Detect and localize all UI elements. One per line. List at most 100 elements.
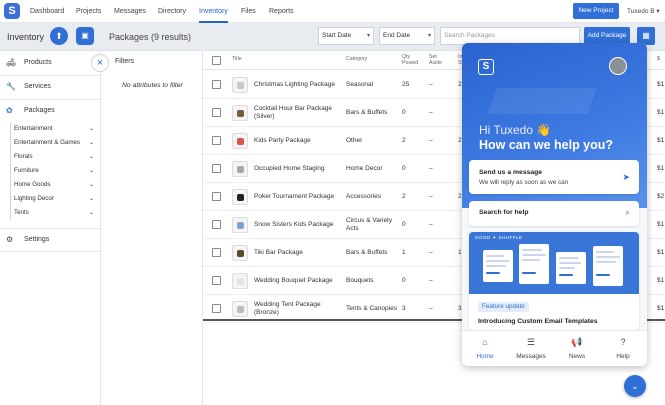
subitem-label: Entertainment & Games — [14, 139, 81, 146]
package-title[interactable]: Tiki Bar Package — [254, 239, 342, 267]
nav-projects[interactable]: Projects — [76, 0, 101, 23]
set-aside: – — [429, 109, 433, 116]
sidebar-subitem-tents[interactable]: Tents ⌄ — [14, 206, 98, 220]
news-card[interactable]: GOOD ✦ SHUFFLE Feature update Introducin… — [469, 232, 639, 330]
price: $1 — [657, 165, 665, 172]
row-checkbox[interactable] — [212, 276, 221, 285]
subitem-label: Tents — [14, 209, 29, 216]
price: $1 — [657, 137, 665, 144]
new-project-button[interactable]: New Project — [573, 3, 619, 19]
package-title[interactable]: Christmas Lighting Package — [254, 71, 342, 99]
package-title[interactable]: Kids Party Package — [254, 127, 342, 155]
package-title[interactable]: Wedding Bouquet Package — [254, 267, 342, 295]
search-help-title: Search for help — [479, 209, 529, 216]
gear-icon: ⚙ — [6, 235, 14, 244]
nav-inventory[interactable]: Inventory — [199, 0, 228, 23]
widget-help-heading: How can we help you? — [479, 138, 614, 152]
column-price[interactable]: $ — [657, 56, 660, 62]
subitem-label: Lighting Decor — [14, 195, 54, 202]
package-category: Other — [346, 137, 363, 144]
send-message-card[interactable]: Send us a message We will reply as soon … — [469, 160, 639, 194]
row-checkbox[interactable] — [212, 304, 221, 313]
package-thumbnail — [232, 245, 248, 261]
search-icon: ⌕ — [625, 208, 630, 217]
sidebar-item-label: Services — [24, 83, 51, 90]
row-checkbox[interactable] — [212, 248, 221, 257]
column-set-aside[interactable]: Set Aside — [429, 54, 442, 66]
nav-files[interactable]: Files — [241, 0, 256, 23]
package-category: Accessories — [346, 193, 382, 200]
select-all-checkbox[interactable] — [212, 56, 221, 65]
column-qty-posted[interactable]: Qty Posted — [402, 54, 418, 66]
subitem-label: Home Goods — [14, 181, 51, 188]
sidebar-subitem-home-goods[interactable]: Home Goods ⌄ — [14, 178, 98, 192]
tab-help[interactable]: ? Help — [600, 331, 646, 366]
close-filters-button[interactable]: × — [91, 54, 109, 72]
arrow-up-icon: ⬆ — [55, 31, 63, 41]
sidebar-item-settings[interactable]: ⚙ Settings — [0, 229, 101, 251]
tab-news[interactable]: 📢 News — [554, 331, 600, 366]
sidebar-item-packages[interactable]: ✿ Packages — [0, 100, 101, 122]
row-checkbox[interactable] — [212, 192, 221, 201]
sidebar-item-services[interactable]: 🔧 Services — [0, 76, 101, 98]
news-brand-logo: GOOD ✦ SHUFFLE — [475, 235, 523, 240]
tab-home[interactable]: ⌂ Home — [462, 331, 508, 366]
end-date-select[interactable]: End Date ▾ — [379, 27, 435, 45]
column-category[interactable]: Category — [346, 56, 367, 62]
package-thumbnail — [232, 189, 248, 205]
sidebar-subitem-furniture[interactable]: Furniture ⌄ — [14, 164, 98, 178]
filters-empty-message: No attributes to filter — [122, 82, 183, 89]
account-name: Tuxedo B — [627, 8, 655, 15]
tab-messages[interactable]: ☰ Messages — [508, 331, 554, 366]
caret-down-icon: ▾ — [366, 33, 370, 39]
row-checkbox[interactable] — [212, 80, 221, 89]
template-preview-image — [519, 244, 549, 284]
row-checkbox[interactable] — [212, 164, 221, 173]
sidebar-item-products[interactable]: 🛋 Products — [0, 52, 101, 74]
sidebar-subitem-lighting-decor[interactable]: Lighting Decor ⌄ — [14, 192, 98, 206]
id-card-button[interactable]: ▣ — [76, 27, 94, 45]
subitem-label: Florals — [14, 153, 33, 160]
megaphone-icon: 📢 — [571, 337, 583, 347]
tab-label: News — [568, 353, 586, 360]
set-aside: – — [429, 249, 433, 256]
column-title[interactable]: Title — [232, 56, 242, 62]
start-date-select[interactable]: Start Date ▾ — [318, 27, 374, 45]
set-aside: – — [429, 81, 433, 88]
set-aside: – — [429, 193, 433, 200]
thumbnail-swatch — [237, 222, 244, 229]
nav-reports[interactable]: Reports — [269, 0, 294, 23]
nav-dashboard[interactable]: Dashboard — [30, 0, 64, 23]
row-checkbox[interactable] — [212, 136, 221, 145]
tab-label: Messages — [516, 353, 546, 360]
price: $1 — [657, 277, 665, 284]
chat-toggle-button[interactable]: ⌄ — [624, 375, 646, 397]
package-title[interactable]: Snow Sisters Kids Package — [254, 211, 342, 239]
nav-directory[interactable]: Directory — [158, 0, 186, 23]
package-title[interactable]: Cocktail Hour Bar Package (Silver) — [254, 99, 342, 127]
sidebar-subitem-entertainment[interactable]: Entertainment ⌄ — [14, 122, 98, 136]
results-heading: Packages (9 results) — [109, 32, 192, 42]
qty-posted: 0 — [402, 221, 406, 228]
nav-messages[interactable]: Messages — [114, 0, 146, 23]
app-logo[interactable]: S — [4, 3, 20, 19]
upload-button[interactable]: ⬆ — [50, 27, 68, 45]
search-help-card[interactable]: Search for help ⌕ — [469, 201, 639, 226]
sidebar-subitem-florals[interactable]: Florals ⌄ — [14, 150, 98, 164]
filters-heading: Filters — [115, 58, 135, 65]
package-title[interactable]: Occupied Home Staging — [254, 155, 342, 183]
chevron-down-icon: ⌄ — [88, 154, 94, 160]
row-checkbox[interactable] — [212, 220, 221, 229]
package-title[interactable]: Poker Tournament Package — [254, 183, 342, 211]
package-category: Bars & Buffets — [346, 249, 388, 256]
subitem-label: Furniture — [14, 167, 39, 174]
account-menu[interactable]: Tuxedo B ▾ — [627, 0, 660, 23]
filters-panel: Filters No attributes to filter — [101, 51, 203, 405]
row-checkbox[interactable] — [212, 108, 221, 117]
sidebar-item-label: Settings — [24, 236, 50, 243]
sidebar-item-label: Packages — [24, 107, 55, 114]
sidebar-subitem-entertainment-games[interactable]: Entertainment & Games ⌄ — [14, 136, 98, 150]
packages-icon: ✿ — [6, 106, 13, 115]
end-date-label: End Date — [383, 32, 411, 39]
wrench-icon: 🔧 — [6, 82, 16, 91]
